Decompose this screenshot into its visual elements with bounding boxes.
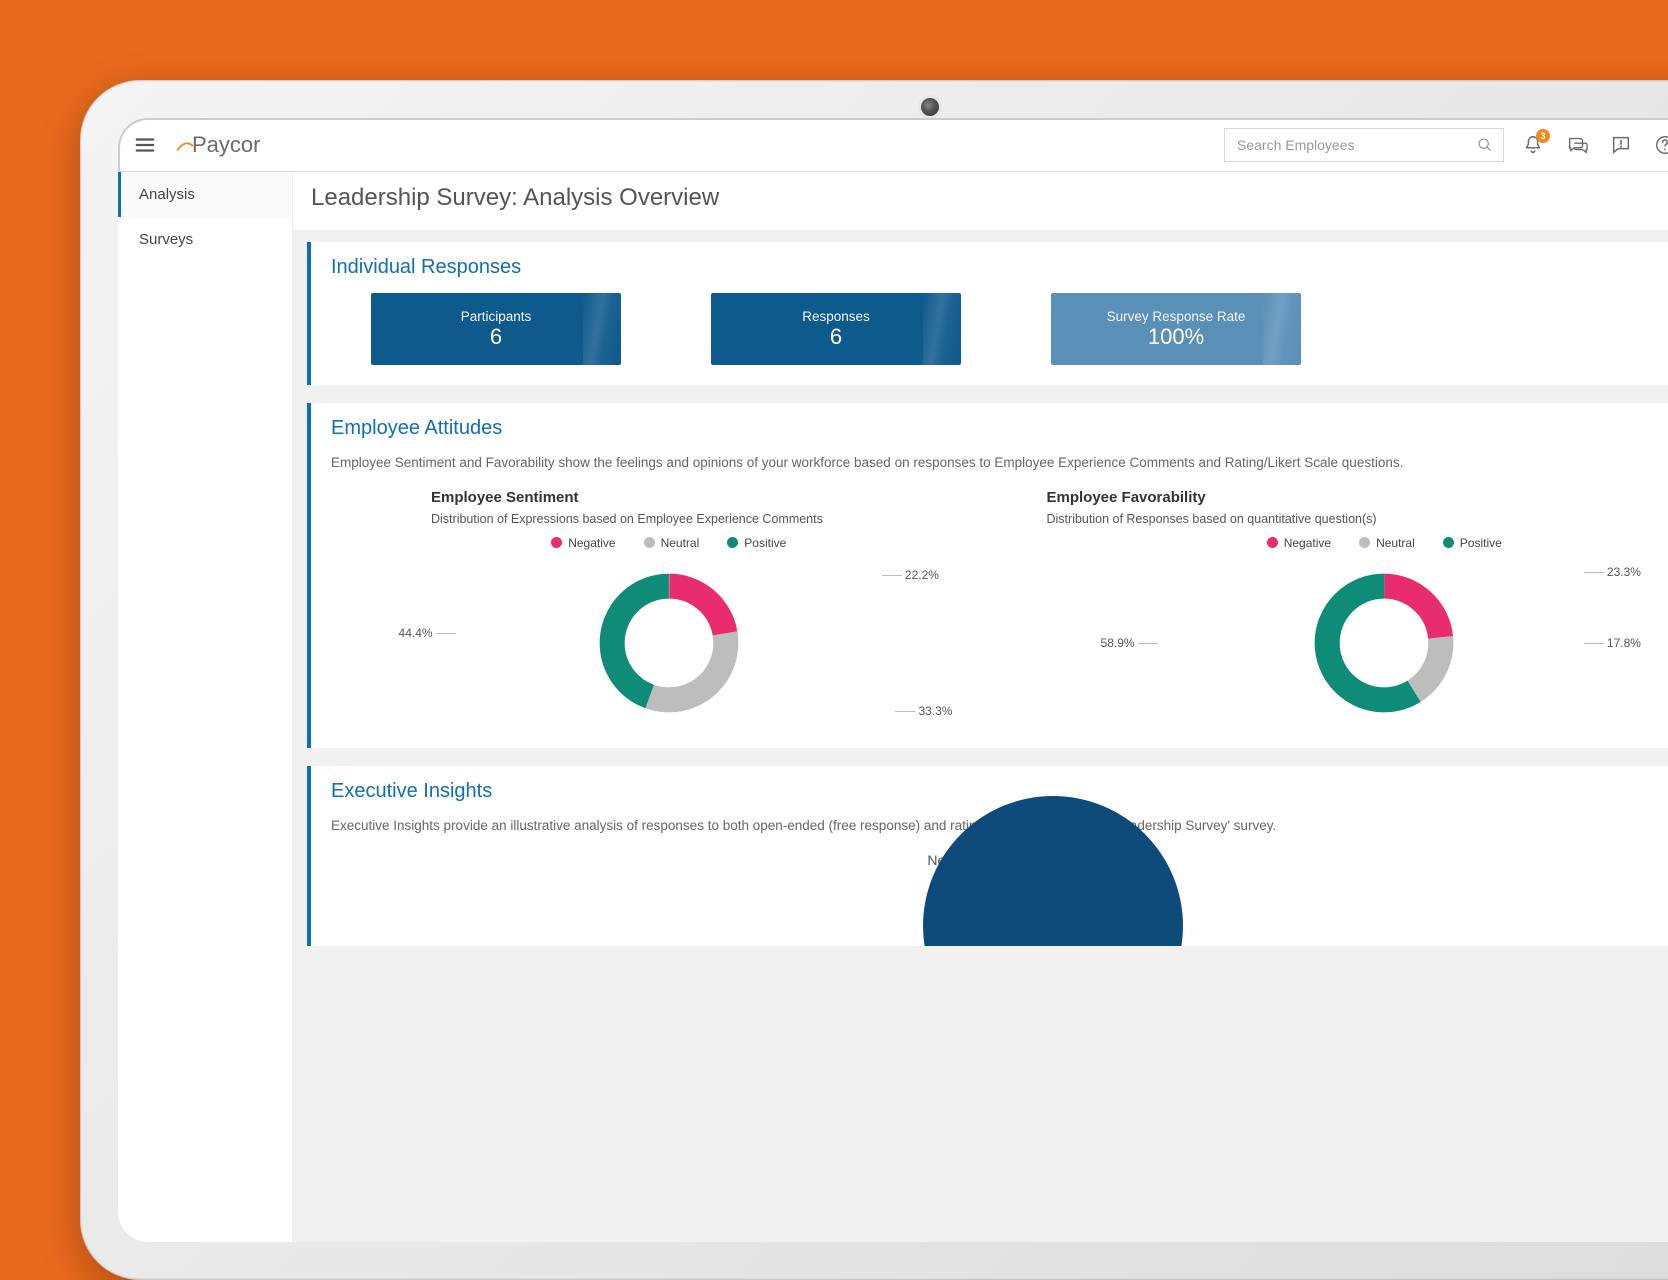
legend-dot-icon: [1443, 537, 1454, 548]
kpi-participants[interactable]: Participants 6: [371, 293, 621, 365]
sidebar-item-analysis[interactable]: Analysis: [118, 172, 292, 217]
sidebar: Analysis Surveys: [118, 172, 293, 1242]
kpi-label: Responses: [802, 309, 870, 324]
page-header: Leadership Survey: Analysis Overview: [293, 172, 1668, 230]
feedback-button[interactable]: [1606, 130, 1636, 160]
chart-employee-favorability: Employee Favorability Distribution of Re…: [1047, 489, 1668, 728]
messages-button[interactable]: [1562, 130, 1592, 160]
kpi-label: Survey Response Rate: [1107, 309, 1246, 324]
slice-label-negative: 23.3%: [1584, 565, 1641, 579]
slice-label-neutral: 33.3%: [895, 704, 952, 718]
panel-heading: Employee Attitudes: [331, 417, 1668, 440]
panel-description: Employee Sentiment and Favorability show…: [331, 454, 1668, 473]
legend-dot-icon: [727, 537, 738, 548]
sidebar-item-label: Analysis: [139, 186, 195, 203]
slice-label-positive: 58.9%: [1101, 636, 1158, 650]
panel-heading: Executive Insights: [331, 780, 1668, 803]
chat-icon: [1566, 134, 1588, 156]
topbar: Paycor 3: [118, 118, 1668, 172]
chart-legend: Negative Neutral Positive: [331, 536, 1007, 550]
legend-negative[interactable]: Negative: [1267, 536, 1331, 550]
kpi-value: 100%: [1148, 324, 1204, 350]
legend-dot-icon: [551, 537, 562, 548]
search-icon: [1477, 137, 1493, 153]
kpi-responses[interactable]: Responses 6: [711, 293, 961, 365]
legend-positive[interactable]: Positive: [727, 536, 786, 550]
brand-name: Paycor: [192, 132, 260, 158]
sidebar-item-surveys[interactable]: Surveys: [118, 217, 292, 262]
legend-dot-icon: [1359, 537, 1370, 548]
page-title: Leadership Survey: Analysis Overview: [311, 184, 719, 212]
sidebar-item-label: Surveys: [139, 231, 193, 248]
kpi-value: 6: [490, 324, 502, 350]
help-button[interactable]: [1650, 130, 1668, 160]
notification-badge: 3: [1536, 129, 1550, 143]
panel-individual-responses: Individual Responses Participants 6 Resp…: [307, 242, 1668, 385]
donut-chart-icon: [1309, 568, 1459, 718]
donut-chart-icon: [594, 568, 744, 718]
chart-title: Employee Favorability: [1047, 489, 1668, 506]
panel-employee-attitudes: Employee Attitudes Employee Sentiment an…: [307, 403, 1668, 748]
notifications-button[interactable]: 3: [1518, 130, 1548, 160]
help-icon: [1654, 134, 1668, 156]
chart-subtitle: Distribution of Responses based on quant…: [1047, 512, 1668, 526]
chart-title: Employee Sentiment: [431, 489, 1007, 506]
legend-neutral[interactable]: Neutral: [1359, 536, 1415, 550]
kpi-value: 6: [830, 324, 842, 350]
legend-dot-icon: [644, 537, 655, 548]
chart-employee-sentiment: Employee Sentiment Distribution of Expre…: [331, 489, 1007, 728]
slice-label-negative: 22.2%: [882, 568, 939, 582]
search-input[interactable]: [1235, 136, 1477, 154]
search-box[interactable]: [1224, 128, 1504, 162]
alert-chat-icon: [1610, 134, 1632, 156]
kpi-response-rate[interactable]: Survey Response Rate 100%: [1051, 293, 1301, 365]
tablet-frame: Paycor 3: [80, 80, 1668, 1280]
hamburger-icon: [134, 134, 156, 156]
brand-logo: Paycor: [176, 132, 260, 158]
kpi-label: Participants: [461, 309, 532, 324]
app-window: Paycor 3: [118, 118, 1668, 1242]
chart-subtitle: Distribution of Expressions based on Emp…: [431, 512, 1007, 526]
panel-heading: Individual Responses: [331, 256, 1668, 279]
slice-label-neutral: 17.8%: [1584, 636, 1641, 650]
legend-negative[interactable]: Negative: [551, 536, 615, 550]
panel-executive-insights: Executive Insights Executive Insights pr…: [307, 766, 1668, 946]
chart-legend: Negative Neutral Positive: [1047, 536, 1668, 550]
tablet-camera: [921, 98, 939, 116]
kpi-row: Participants 6 Responses 6 Survey Respon…: [331, 293, 1668, 365]
main-content: Leadership Survey: Analysis Overview Ind…: [293, 172, 1668, 1242]
legend-dot-icon: [1267, 537, 1278, 548]
slice-label-positive: 44.4%: [399, 626, 456, 640]
legend-positive[interactable]: Positive: [1443, 536, 1502, 550]
legend-neutral[interactable]: Neutral: [644, 536, 700, 550]
menu-button[interactable]: [128, 128, 162, 162]
